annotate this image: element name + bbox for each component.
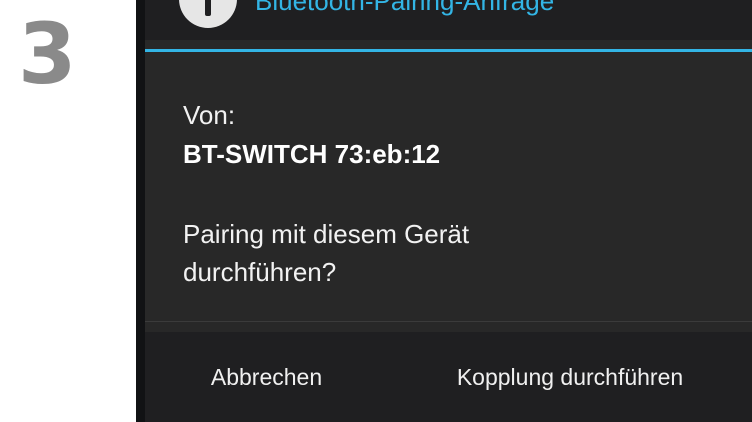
pairing-dialog: Bluetooth-Pairing-Anfrage Von: BT-SWITCH… bbox=[145, 0, 752, 422]
phone-screen: Bluetooth-Pairing-Anfrage Von: BT-SWITCH… bbox=[136, 0, 752, 422]
alert-icon bbox=[179, 0, 237, 28]
cancel-button[interactable]: Abbrechen bbox=[145, 332, 388, 422]
pairing-question-line-1: Pairing mit diesem Gerät bbox=[183, 219, 470, 249]
dialog-title-bar: Bluetooth-Pairing-Anfrage bbox=[145, 0, 752, 40]
pair-button[interactable]: Kopplung durchführen bbox=[388, 332, 752, 422]
from-label: Von: bbox=[183, 100, 236, 130]
pairing-question-line-2: durchführen? bbox=[183, 257, 337, 287]
dialog-button-bar: Abbrechen Kopplung durchführen bbox=[145, 332, 752, 422]
pairing-question: Pairing mit diesem Gerät durchführen? bbox=[183, 215, 469, 291]
step-number: 3 bbox=[18, 5, 77, 103]
title-divider bbox=[145, 49, 752, 52]
button-divider bbox=[145, 321, 752, 322]
dialog-title: Bluetooth-Pairing-Anfrage bbox=[255, 0, 555, 16]
alert-icon-mark bbox=[205, 0, 211, 16]
device-name: BT-SWITCH 73:eb:12 bbox=[183, 139, 441, 169]
